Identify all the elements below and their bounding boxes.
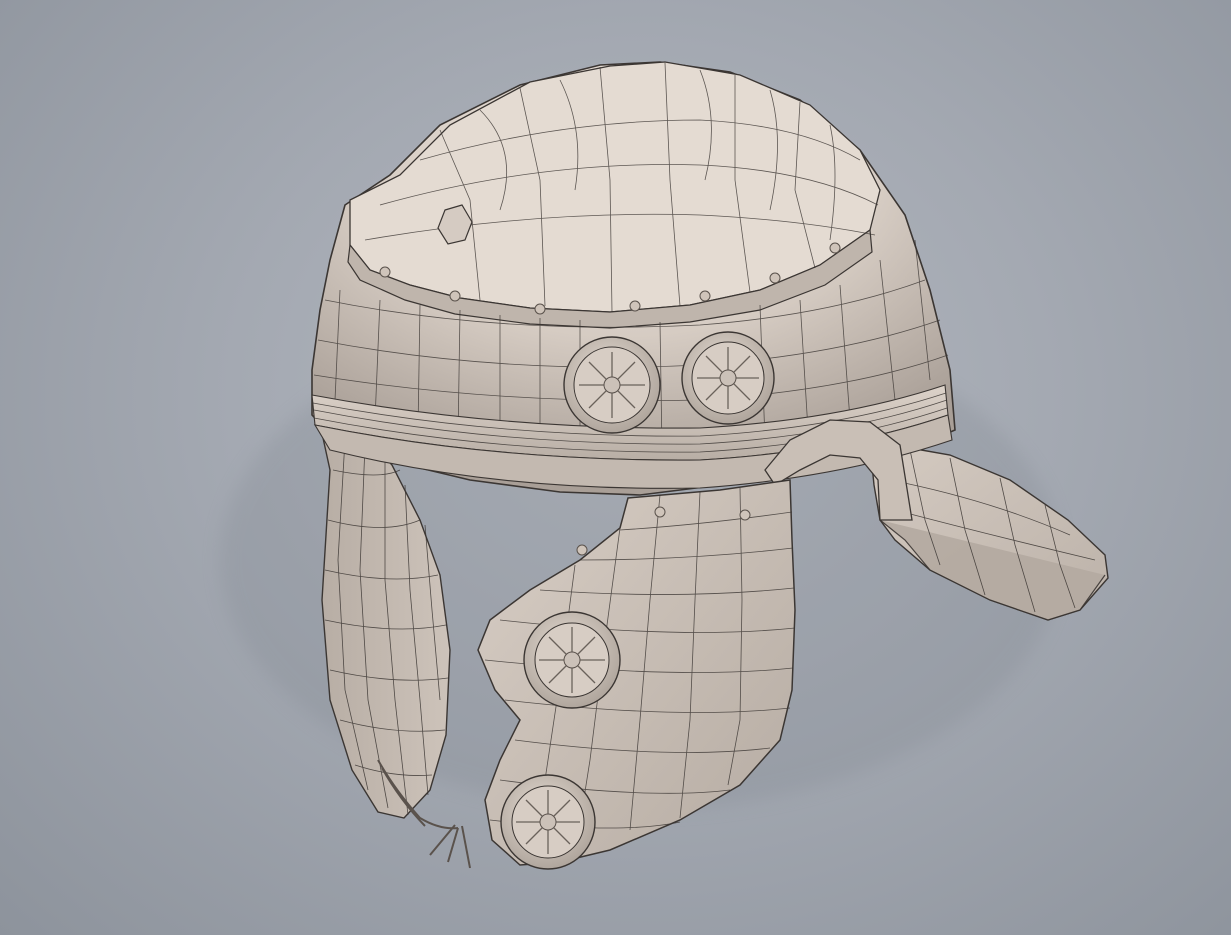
rosette-front-left — [563, 336, 661, 434]
helmet-render — [220, 61, 1109, 870]
rosette-cheek-upper — [523, 611, 621, 709]
render-viewport — [0, 0, 1231, 935]
rosette-cheek-lower — [500, 774, 596, 870]
rosette-front-right — [681, 331, 775, 425]
helmet-dome — [311, 61, 956, 521]
